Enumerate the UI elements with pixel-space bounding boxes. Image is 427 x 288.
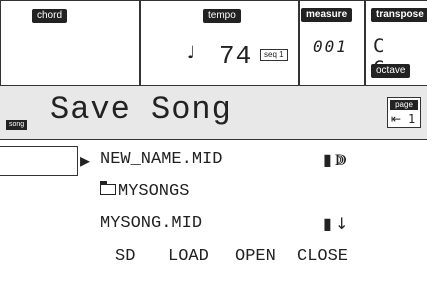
- measure-panel: measure 001: [299, 0, 365, 86]
- file-list-item[interactable]: NEW_NAME.MID: [100, 150, 222, 169]
- transpose-label: transpose: [371, 8, 427, 22]
- file-icon: ▮ ↓: [323, 214, 349, 233]
- folder-icon: [100, 181, 116, 195]
- chord-label: chord: [32, 9, 68, 23]
- song-save-screen: chord tempo ♩ 74 seq 1 measure 001 trans…: [0, 0, 427, 288]
- song-mode-tag: song: [6, 120, 28, 130]
- file-list-item[interactable]: MYSONG.MID: [100, 214, 202, 233]
- close-button[interactable]: CLOSE: [297, 247, 348, 266]
- quarter-note-icon: ♩: [187, 43, 196, 63]
- octave-label: octave: [371, 64, 411, 78]
- measure-label: measure: [301, 8, 353, 22]
- tempo-panel[interactable]: tempo ♩ 74 seq 1: [140, 0, 299, 86]
- page-title: Save Song: [50, 91, 232, 128]
- file-name: NEW_NAME.MID: [100, 150, 223, 169]
- tempo-value: 74: [219, 41, 253, 71]
- page-label: page: [390, 100, 418, 110]
- page-number: 1: [408, 112, 416, 126]
- transpose-panel[interactable]: transpose C C octave: [365, 0, 427, 86]
- page-arrow-icon: ⇤: [391, 112, 402, 126]
- chord-panel: chord: [0, 0, 140, 86]
- folder-list-item[interactable]: MYSONGS: [100, 181, 190, 201]
- page-menu-button[interactable]: page ⇤ 1: [387, 97, 421, 128]
- folder-name: MYSONGS: [118, 182, 190, 201]
- tempo-label: tempo: [203, 9, 241, 23]
- measure-value: 001: [313, 37, 348, 56]
- selection-box: [0, 146, 78, 176]
- title-bar: song Save Song page ⇤ 1: [0, 86, 427, 140]
- file-name: MYSONG.MID: [100, 214, 203, 233]
- load-button[interactable]: LOAD: [168, 247, 209, 266]
- file-icon: ▮ ↇ: [323, 150, 347, 169]
- sd-button[interactable]: SD: [115, 247, 135, 266]
- seq-badge: seq 1: [260, 49, 288, 61]
- selection-arrow-icon: ▸: [80, 148, 91, 172]
- open-button[interactable]: OPEN: [235, 247, 276, 266]
